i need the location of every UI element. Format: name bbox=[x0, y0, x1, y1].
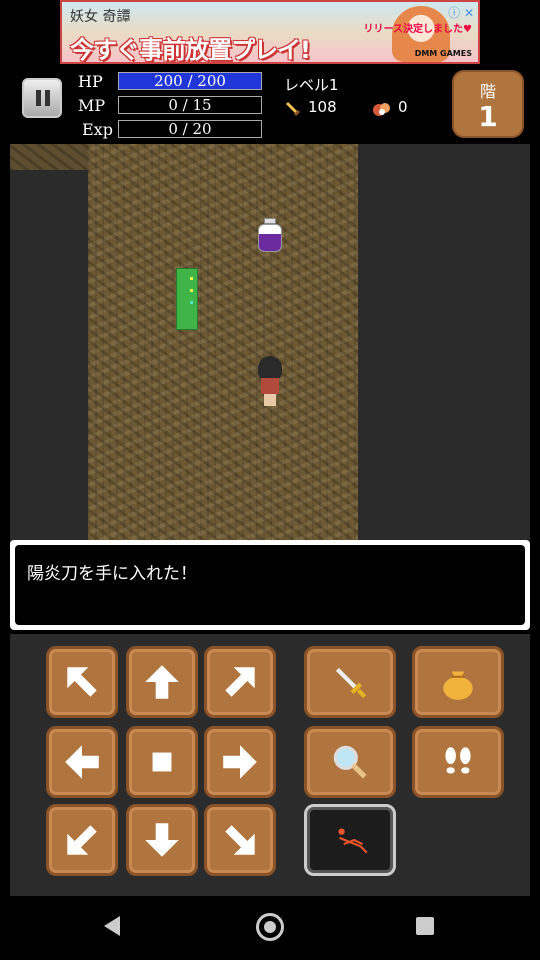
arrow-up-right-icon bbox=[225, 667, 255, 697]
gold-value: 0 bbox=[398, 98, 408, 116]
exp-value: 0 / 20 bbox=[168, 120, 212, 138]
arrow-up-icon bbox=[145, 665, 179, 699]
arrow-left-icon bbox=[65, 745, 99, 779]
ad-title: 妖女 奇譚 bbox=[70, 9, 131, 25]
recent-apps-icon[interactable] bbox=[416, 917, 434, 935]
search-button[interactable] bbox=[304, 726, 396, 798]
move-down-button[interactable] bbox=[126, 804, 198, 876]
floor-indicator: 階 1 bbox=[452, 70, 524, 138]
floor-number: 1 bbox=[478, 100, 498, 133]
move-up-left-button[interactable] bbox=[46, 646, 118, 718]
game-screen: 妖女 奇譚 今すぐ事前放置プレイ! リリース決定しました♥ DMM GAMES … bbox=[0, 0, 540, 960]
home-icon[interactable] bbox=[256, 913, 284, 941]
ad-banner[interactable]: 妖女 奇譚 今すぐ事前放置プレイ! リリース決定しました♥ DMM GAMES … bbox=[60, 0, 480, 64]
hp-label: HP bbox=[78, 72, 103, 91]
player-character bbox=[256, 356, 284, 408]
sword-stat-icon bbox=[285, 101, 301, 117]
message-box: 陽炎刀を手に入れた！ bbox=[10, 540, 530, 630]
attack-value: 108 bbox=[308, 98, 337, 116]
arrow-up-left-icon bbox=[67, 667, 97, 697]
special-skill-button[interactable] bbox=[304, 804, 396, 876]
ad-headline: 今すぐ事前放置プレイ! bbox=[70, 36, 311, 64]
message-text: 陽炎刀を手に入れた！ bbox=[15, 545, 525, 625]
sword-icon bbox=[335, 667, 367, 699]
wait-button[interactable] bbox=[126, 726, 198, 798]
stop-icon bbox=[152, 752, 172, 772]
footprints-icon bbox=[445, 747, 471, 774]
control-panel bbox=[10, 634, 530, 896]
level-text: レベル1 bbox=[284, 76, 339, 94]
ad-close-icon[interactable]: ⓘ ✕ bbox=[448, 4, 474, 21]
potion-item bbox=[258, 218, 282, 252]
hp-bar: 200 / 200 bbox=[118, 72, 262, 90]
gold-icon bbox=[373, 103, 390, 116]
corridor-floor bbox=[10, 144, 88, 170]
arrow-right-icon bbox=[223, 745, 257, 779]
exp-bar: 0 / 20 bbox=[118, 120, 262, 138]
bag-icon bbox=[443, 671, 473, 700]
ad-brand: DMM GAMES bbox=[414, 49, 472, 58]
pause-button[interactable] bbox=[22, 78, 62, 118]
attack-button[interactable] bbox=[304, 646, 396, 718]
special-skill-icon bbox=[338, 828, 368, 854]
step-button[interactable] bbox=[412, 726, 504, 798]
arrow-down-icon bbox=[145, 823, 179, 857]
inventory-button[interactable] bbox=[412, 646, 504, 718]
ad-release-text: リリース決定しました♥ bbox=[363, 24, 472, 35]
move-down-left-button[interactable] bbox=[46, 804, 118, 876]
move-left-button[interactable] bbox=[46, 726, 118, 798]
mp-value: 0 / 15 bbox=[168, 96, 212, 114]
floor-label: 階 bbox=[479, 82, 496, 101]
system-nav-bar bbox=[0, 896, 540, 960]
back-icon[interactable] bbox=[104, 916, 120, 936]
arrow-down-left-icon bbox=[67, 825, 97, 855]
green-monster bbox=[176, 268, 198, 330]
exp-label: Exp bbox=[82, 120, 113, 139]
arrow-down-right-icon bbox=[225, 825, 255, 855]
move-right-button[interactable] bbox=[204, 726, 276, 798]
move-up-right-button[interactable] bbox=[204, 646, 276, 718]
hp-value: 200 / 200 bbox=[154, 72, 226, 90]
mp-label: MP bbox=[78, 96, 106, 115]
move-up-button[interactable] bbox=[126, 646, 198, 718]
mp-bar: 0 / 15 bbox=[118, 96, 262, 114]
move-down-right-button[interactable] bbox=[204, 804, 276, 876]
status-hud: HP 200 / 200 MP 0 / 15 Exp 0 / 20 レベル1 1… bbox=[0, 66, 540, 144]
search-icon bbox=[333, 745, 367, 779]
